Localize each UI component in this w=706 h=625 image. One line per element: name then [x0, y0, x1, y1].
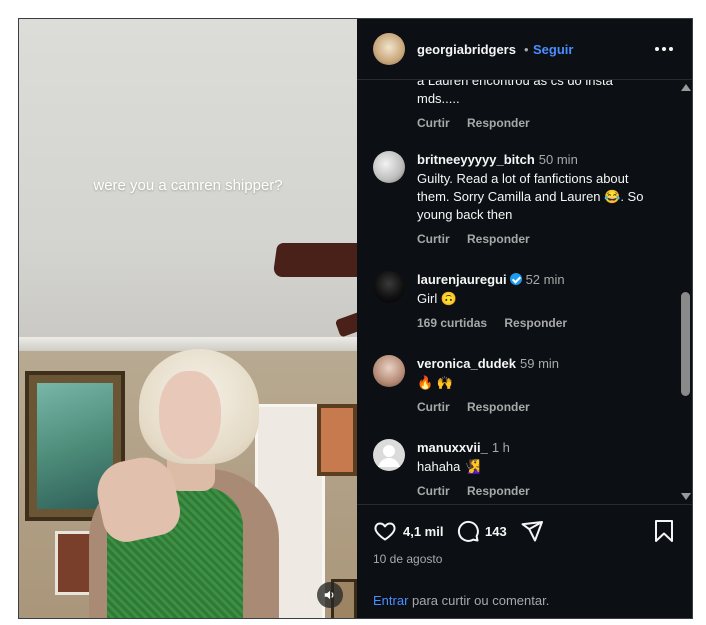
comment-time: 1 h — [491, 440, 510, 455]
comment-text: 🔥 🙌 — [417, 375, 453, 390]
comment-header: britneeyyyyy_bitch 50 min — [417, 151, 657, 169]
video-scene-fan — [272, 243, 357, 277]
comment-text: Girl 🙃 — [417, 291, 458, 306]
comments-list[interactable]: a Lauren encontrou as cs do insta mds...… — [357, 80, 692, 504]
reply-button[interactable]: Responder — [467, 484, 530, 498]
avatar[interactable] — [373, 33, 405, 65]
like-comment-button[interactable]: Curtir — [417, 484, 450, 498]
comment-username[interactable]: britneeyyyyy_bitch — [417, 152, 535, 167]
video-caption-overlay: were you a camren shipper? — [93, 177, 283, 194]
like-comment-button[interactable]: Curtir — [417, 232, 450, 246]
video-person-face — [159, 371, 221, 459]
comment-text: Guilty. Read a lot of fanfictions about … — [417, 171, 644, 222]
reply-button[interactable]: Responder — [504, 316, 567, 330]
avatar[interactable] — [373, 355, 405, 387]
video-scene-picture — [317, 404, 357, 476]
scroll-up-arrow-icon[interactable] — [681, 84, 691, 91]
comment-time: 50 min — [538, 152, 578, 167]
post-header: georgiabridgers • Seguir — [357, 19, 692, 80]
login-prompt-text: para curtir ou comentar. — [408, 593, 550, 608]
comments-panel: georgiabridgers • Seguir a Lauren encont… — [357, 19, 692, 618]
more-horizontal-icon[interactable] — [653, 39, 675, 59]
post-modal: were you a camren shipper? georgiabridge… — [18, 18, 693, 619]
login-link[interactable]: Entrar — [373, 593, 408, 608]
avatar[interactable] — [373, 151, 405, 183]
comment-username[interactable]: laurenjauregui — [417, 272, 507, 287]
default-avatar-icon — [378, 445, 400, 467]
comment-icon[interactable] — [456, 519, 480, 543]
share-icon[interactable] — [520, 519, 544, 543]
follow-button[interactable]: Seguir — [533, 42, 573, 57]
scroll-down-arrow-icon[interactable] — [681, 493, 691, 500]
likes-count[interactable]: 4,1 mil — [403, 524, 443, 539]
post-date: 10 de agosto — [373, 552, 443, 566]
comment-actions: Curtir Responder — [417, 484, 657, 498]
comment-username[interactable]: manuxxvii_ — [417, 440, 488, 455]
reply-button[interactable]: Responder — [467, 400, 530, 414]
reply-button[interactable]: Responder — [467, 232, 530, 246]
speaker-icon — [324, 590, 334, 600]
comments-scrollbar[interactable] — [677, 80, 692, 504]
comment-time: 52 min — [525, 272, 565, 287]
comment-header: laurenjauregui 52 min — [417, 271, 657, 289]
post-actions-bar: 4,1 mil 143 10 de agosto Entrar para cur… — [357, 504, 692, 618]
author-username[interactable]: georgiabridgers — [417, 42, 516, 57]
comment-body: manuxxvii_ 1 h hahaha 🧏‍♀️ Curtir Respond… — [417, 439, 657, 498]
verified-badge-icon — [509, 273, 522, 285]
video-scene-frame — [55, 531, 93, 595]
comment-text-partial: a Lauren encontrou as cs do insta mds...… — [417, 80, 613, 106]
likes-count[interactable]: 169 curtidas — [417, 316, 487, 330]
login-prompt: Entrar para curtir ou comentar. — [373, 593, 549, 608]
comment-body: Curtir Responder — [417, 108, 657, 130]
comment-body: laurenjauregui 52 min Girl 🙃 169 curtidas… — [417, 271, 657, 330]
bookmark-icon[interactable] — [653, 519, 675, 543]
comments-count[interactable]: 143 — [485, 524, 507, 539]
like-comment-button[interactable]: Curtir — [417, 400, 450, 414]
comment-header: manuxxvii_ 1 h — [417, 439, 657, 457]
comment-text: hahaha 🧏‍♀️ — [417, 459, 481, 474]
comment-actions: Curtir Responder — [417, 116, 657, 130]
comment-actions: Curtir Responder — [417, 232, 657, 246]
comment-time: 59 min — [520, 356, 560, 371]
avatar[interactable] — [373, 271, 405, 303]
mute-button[interactable] — [317, 582, 343, 608]
comment-username[interactable]: veronica_dudek — [417, 356, 516, 371]
heart-icon[interactable] — [373, 519, 397, 543]
comment-actions: 169 curtidas Responder — [417, 316, 657, 330]
reply-button[interactable]: Responder — [467, 116, 530, 130]
reel-video[interactable]: were you a camren shipper? — [19, 19, 357, 618]
comment-header: veronica_dudek 59 min — [417, 355, 657, 373]
comment-actions: Curtir Responder — [417, 400, 657, 414]
header-separator: • — [524, 42, 529, 57]
scrollbar-thumb[interactable] — [681, 292, 690, 396]
like-comment-button[interactable]: Curtir — [417, 116, 450, 130]
avatar[interactable] — [373, 439, 405, 471]
comment-body: veronica_dudek 59 min 🔥 🙌 Curtir Responde… — [417, 355, 657, 414]
comment-body: britneeyyyyy_bitch 50 min Guilty. Read a … — [417, 151, 657, 246]
